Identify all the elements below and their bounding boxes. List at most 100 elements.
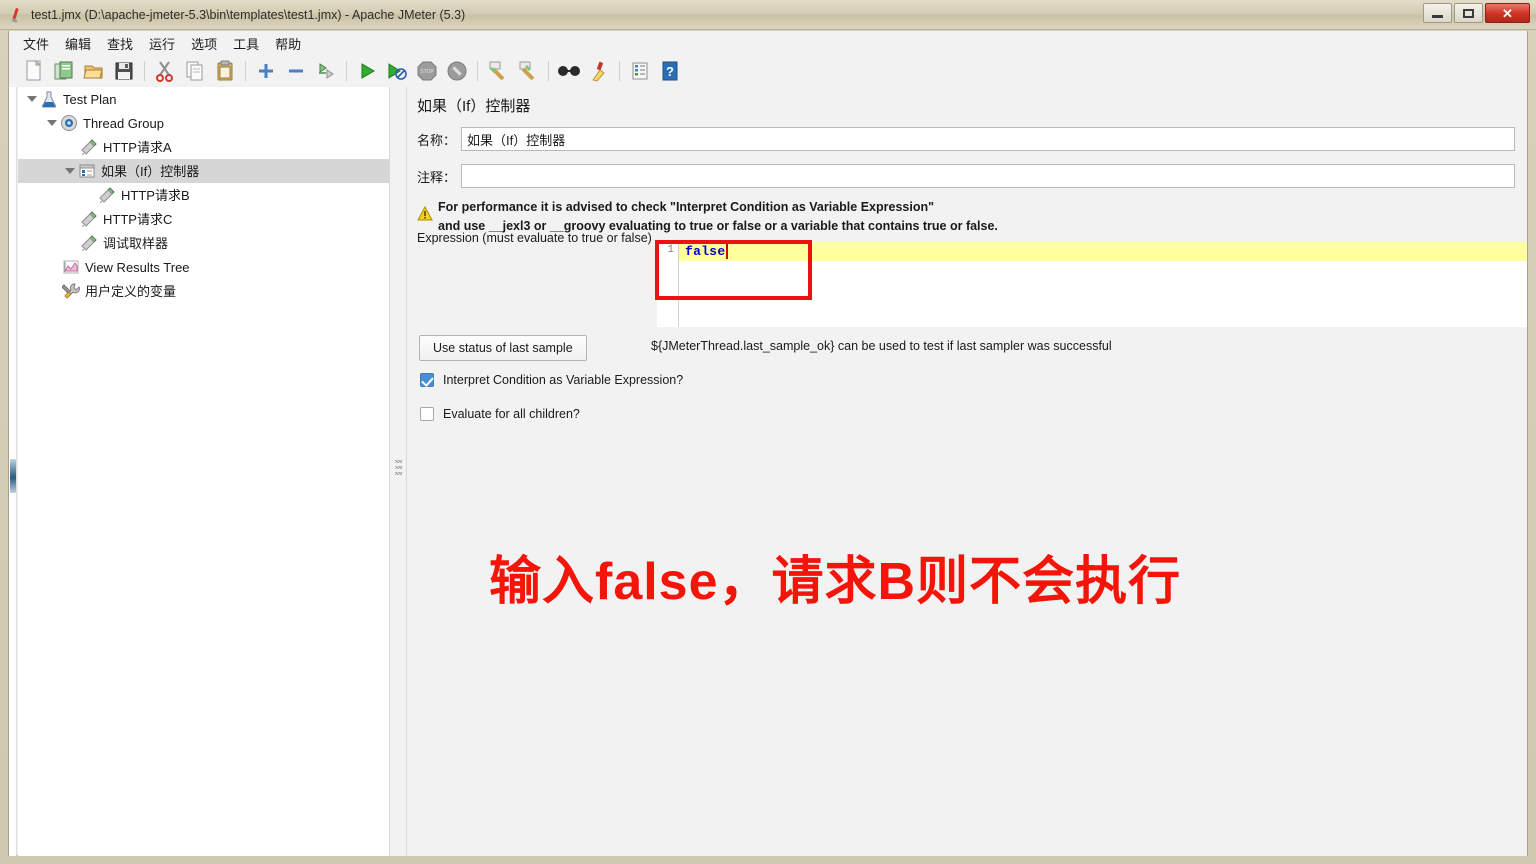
tree-node-label: 用户定义的变量	[85, 285, 176, 298]
view-results-tree-icon	[62, 258, 80, 276]
tree-node-label: HTTP请求A	[103, 141, 172, 154]
open-icon[interactable]	[79, 57, 109, 85]
svg-text:?: ?	[666, 64, 674, 79]
new-icon[interactable]	[19, 57, 49, 85]
user-defined-variables-icon	[62, 282, 80, 300]
start-icon[interactable]	[352, 57, 382, 85]
close-button[interactable]: ✕	[1485, 3, 1530, 23]
expression-label: Expression (must evaluate to true or fal…	[417, 231, 652, 245]
tree-node-label: Thread Group	[83, 117, 164, 130]
interpret-condition-checkbox[interactable]	[420, 373, 434, 387]
tree-scrollbar-thumb[interactable]	[10, 459, 16, 493]
menu-file[interactable]: 文件	[15, 32, 57, 55]
tree-node-label: 如果（If）控制器	[101, 165, 199, 178]
clear-all-icon[interactable]	[513, 57, 543, 85]
copy-icon[interactable]	[180, 57, 210, 85]
test-plan-tree: Test Plan Thread Group HTTP请求A	[18, 87, 389, 856]
tree-node-http-request-b[interactable]: HTTP请求B	[18, 183, 389, 207]
maximize-icon	[1463, 9, 1474, 18]
editor-gutter: 1	[657, 242, 679, 327]
warning-triangle-icon	[417, 206, 433, 222]
tree-node-label: HTTP请求C	[103, 213, 172, 226]
toolbar-separator	[346, 61, 347, 81]
menu-options[interactable]: 选项	[183, 32, 225, 55]
chevron-down-icon[interactable]	[44, 115, 60, 131]
chevron-down-icon[interactable]	[62, 163, 78, 179]
window-title: test1.jmx (D:\apache-jmeter-5.3\bin\temp…	[31, 8, 465, 22]
window-controls: ✕	[1423, 3, 1530, 23]
toolbar-separator	[548, 61, 549, 81]
editor-active-line-highlight	[679, 242, 1527, 261]
collapse-all-icon[interactable]	[281, 57, 311, 85]
evaluate-all-children-label: Evaluate for all children?	[443, 407, 580, 421]
tree-node-test-plan[interactable]: Test Plan	[18, 87, 389, 111]
tree-node-user-defined-variables[interactable]: 用户定义的变量	[18, 279, 389, 303]
warning-line-1: For performance it is advised to check "…	[438, 198, 998, 217]
chevron-down-icon[interactable]	[24, 91, 40, 107]
menu-help[interactable]: 帮助	[267, 32, 309, 55]
name-field-row: 名称： 如果（If）控制器	[417, 127, 1525, 151]
evaluate-all-children-checkbox-row[interactable]: Evaluate for all children?	[420, 407, 580, 421]
tree-node-http-request-c[interactable]: HTTP请求C	[18, 207, 389, 231]
editor-code-area[interactable]: false	[679, 242, 1527, 327]
tree-scrollbar[interactable]	[9, 87, 17, 856]
reset-search-icon[interactable]	[584, 57, 614, 85]
title-bar: test1.jmx (D:\apache-jmeter-5.3\bin\temp…	[0, 0, 1536, 30]
http-sampler-icon	[80, 138, 98, 156]
expression-editor[interactable]: 1 false	[657, 242, 1527, 327]
stop-icon[interactable]: STOP	[412, 57, 442, 85]
maximize-button[interactable]	[1454, 3, 1483, 23]
menu-search[interactable]: 查找	[99, 32, 141, 55]
close-icon: ✕	[1502, 7, 1513, 20]
paste-icon[interactable]	[210, 57, 240, 85]
if-controller-icon	[78, 162, 96, 180]
http-sampler-icon	[80, 210, 98, 228]
tree-node-label: HTTP请求B	[121, 189, 190, 202]
comment-input[interactable]	[461, 164, 1515, 188]
menu-edit[interactable]: 编辑	[57, 32, 99, 55]
splitter-grip[interactable]	[395, 460, 402, 478]
toolbar: STOP ?	[8, 55, 1528, 87]
toolbar-separator	[245, 61, 246, 81]
expand-all-icon[interactable]	[251, 57, 281, 85]
panel-splitter[interactable]	[389, 87, 407, 856]
tree-node-label: Test Plan	[63, 93, 116, 106]
function-helper-icon[interactable]	[625, 57, 655, 85]
save-icon[interactable]	[109, 57, 139, 85]
templates-icon[interactable]	[49, 57, 79, 85]
interpret-condition-checkbox-row[interactable]: Interpret Condition as Variable Expressi…	[420, 373, 683, 387]
editor-caret	[726, 244, 728, 259]
name-label: 名称：	[417, 130, 461, 149]
start-no-timers-icon[interactable]	[382, 57, 412, 85]
evaluate-all-children-checkbox[interactable]	[420, 407, 434, 421]
toggle-icon[interactable]	[311, 57, 341, 85]
page-title: 如果（If）控制器	[417, 95, 530, 116]
menu-run[interactable]: 运行	[141, 32, 183, 55]
interpret-condition-label: Interpret Condition as Variable Expressi…	[443, 373, 683, 387]
use-status-of-last-sample-button[interactable]: Use status of last sample	[419, 335, 587, 361]
tree-node-label: 调试取样器	[103, 237, 168, 250]
toolbar-separator	[477, 61, 478, 81]
test-plan-icon	[40, 90, 58, 108]
thread-group-icon	[60, 114, 78, 132]
shutdown-icon[interactable]	[442, 57, 472, 85]
help-icon[interactable]: ?	[655, 57, 685, 85]
editor-code-text: false	[685, 244, 726, 259]
search-icon[interactable]	[554, 57, 584, 85]
tree-node-view-results-tree[interactable]: View Results Tree	[18, 255, 389, 279]
tree-node-debug-sampler[interactable]: 调试取样器	[18, 231, 389, 255]
debug-sampler-icon	[80, 234, 98, 252]
tree-node-thread-group[interactable]: Thread Group	[18, 111, 389, 135]
menu-tools[interactable]: 工具	[225, 32, 267, 55]
minimize-button[interactable]	[1423, 3, 1452, 23]
svg-text:STOP: STOP	[420, 69, 434, 75]
clear-icon[interactable]	[483, 57, 513, 85]
tree-node-http-request-a[interactable]: HTTP请求A	[18, 135, 389, 159]
cut-icon[interactable]	[150, 57, 180, 85]
http-sampler-icon	[98, 186, 116, 204]
last-sample-hint: ${JMeterThread.last_sample_ok} can be us…	[651, 339, 1112, 353]
tree-node-if-controller[interactable]: 如果（If）控制器	[18, 159, 389, 183]
main-body: Test Plan Thread Group HTTP请求A	[8, 87, 1528, 856]
toolbar-separator	[619, 61, 620, 81]
name-input[interactable]: 如果（If）控制器	[461, 127, 1515, 151]
